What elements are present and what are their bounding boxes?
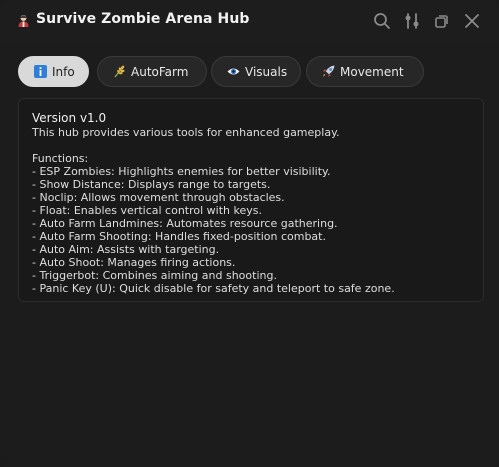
function-item: - Auto Farm Shooting: Handles fixed-posi…: [32, 230, 326, 243]
description-text: This hub provides various tools for enha…: [32, 126, 340, 139]
function-item: - Auto Shoot: Manages firing actions.: [32, 256, 236, 269]
settings-button[interactable]: [402, 11, 422, 31]
tab-visuals-label: Visuals: [245, 64, 288, 79]
hub-window: Survive Zombie Arena Hub Info AutoFarm V…: [0, 0, 499, 467]
function-item: - Float: Enables vertical control with k…: [32, 204, 262, 217]
functions-heading: Functions:: [32, 152, 89, 165]
tab-movement[interactable]: Movement: [306, 56, 424, 87]
tab-info[interactable]: Info: [18, 56, 89, 87]
close-icon: [465, 14, 479, 28]
function-item: - Show Distance: Displays range to targe…: [32, 178, 271, 191]
rocket-icon: [323, 65, 335, 77]
tab-visuals[interactable]: Visuals: [211, 56, 301, 87]
wheat-icon: [114, 65, 125, 78]
function-item: - Auto Farm Landmines: Automates resourc…: [32, 217, 338, 230]
tab-autofarm[interactable]: AutoFarm: [97, 56, 207, 87]
function-item: - Panic Key (U): Quick disable for safet…: [32, 282, 395, 295]
sliders-icon: [405, 13, 419, 29]
info-content: This hub provides various tools for enha…: [32, 126, 477, 295]
avatar-icon: [18, 15, 29, 27]
function-item: - ESP Zombies: Highlights enemies for be…: [32, 165, 331, 178]
window-title: Survive Zombie Arena Hub: [36, 11, 250, 27]
function-item: - Triggerbot: Combines aiming and shooti…: [32, 269, 277, 282]
info-icon: [34, 65, 47, 78]
tab-bar: Info AutoFarm Visuals Movement: [18, 56, 488, 88]
minimize-button[interactable]: [432, 11, 452, 31]
title-bar[interactable]: Survive Zombie Arena Hub: [0, 0, 499, 42]
eye-icon: [227, 68, 240, 75]
function-item: - Auto Aim: Assists with targeting.: [32, 243, 220, 256]
info-panel: Version v1.0 This hub provides various t…: [18, 98, 484, 302]
tab-movement-label: Movement: [340, 64, 404, 79]
tab-info-label: Info: [52, 64, 75, 79]
search-icon: [374, 13, 390, 29]
version-label: Version v1.0: [32, 111, 107, 125]
tab-autofarm-label: AutoFarm: [131, 64, 189, 79]
function-item: - Noclip: Allows movement through obstac…: [32, 191, 285, 204]
close-button[interactable]: [462, 11, 482, 31]
search-button[interactable]: [372, 11, 392, 31]
window-restore-icon: [435, 15, 448, 28]
